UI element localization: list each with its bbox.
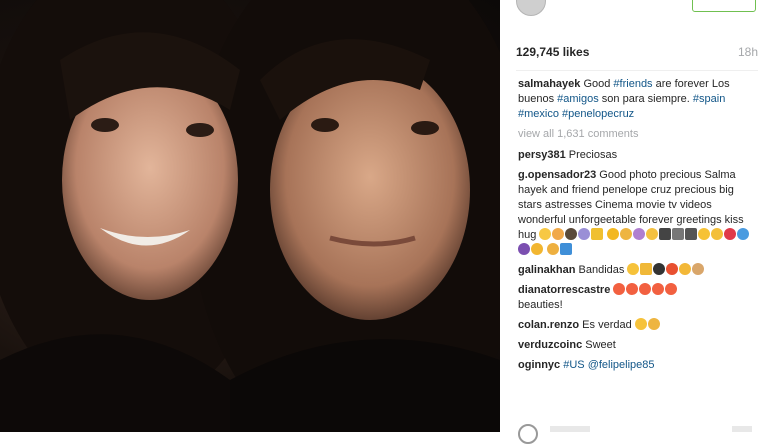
comment-username[interactable]: g.opensador23 [518,169,596,181]
emoji-icon [547,243,560,255]
comment-text: beauties! [518,299,563,311]
emoji-icon [737,228,750,240]
emoji-icon [679,263,692,275]
emoji-icon [652,283,665,295]
emoji-icon [653,263,666,275]
view-all-comments-link[interactable]: view all 1,631 comments [518,127,758,142]
emoji-icon [627,263,640,275]
comment-username[interactable]: colan.renzo [518,319,579,331]
emoji-icon [552,228,565,240]
emoji-icon [724,228,737,240]
emoji-icon [620,228,633,240]
post-photo[interactable] [0,0,500,432]
heart-icon[interactable] [518,424,538,444]
caption-text: son para siempre. [598,93,693,105]
comment-text: Preciosas [565,149,618,161]
hashtag-link[interactable]: #amigos [557,93,599,105]
emoji-icon [591,228,604,240]
hashtag-link[interactable]: #US @felipelipe85 [563,359,654,371]
comment-item: verduzcoinc Sweet [518,338,758,353]
emoji-icon [539,228,552,240]
emoji-icon [565,228,578,240]
comment-item: colan.renzo Es verdad [518,318,758,333]
caption-username[interactable]: salmahayek [518,78,580,90]
comment-username[interactable]: persy381 [518,149,566,161]
emoji-icon [578,228,591,240]
comment-username[interactable]: dianatorrescastre [518,284,610,296]
emoji-icon [692,263,705,275]
like-count[interactable]: 129,745 likes [516,45,589,59]
emoji-icon [646,228,659,240]
emoji-icon [685,228,698,240]
emoji-icon [607,228,620,240]
more-options-icon[interactable] [732,426,752,432]
comment-text: Bandidas [575,264,625,276]
emoji-icon [672,228,685,240]
caption-text: Good [580,78,614,90]
comment-item: oginnyc #US @felipelipe85 [518,358,758,373]
emoji-icon [518,243,530,255]
add-comment-field[interactable] [550,426,590,432]
emoji-icon [633,228,646,240]
comment-text: Es verdad [579,319,632,331]
emoji-icon [626,283,639,295]
emoji-icon [634,318,647,330]
emoji-icon [666,263,679,275]
emoji-icon [711,228,724,240]
comment-item: dianatorrescastre beauties! [518,283,758,313]
comment-item: g.opensador23 Good photo precious Salma … [518,168,758,258]
comment-text: Sweet [582,339,616,351]
emoji-icon [647,318,660,330]
emoji-icon [665,283,678,295]
post-sidebar: 129,745 likes 18h salmahayek Good #frien… [500,0,768,444]
divider [516,70,758,71]
post-timestamp: 18h [737,45,758,59]
comment-username[interactable]: verduzcoinc [518,339,582,351]
follow-button[interactable] [692,0,756,12]
caption: salmahayek Good #friends are forever Los… [518,77,758,122]
hashtag-link[interactable]: #friends [613,78,652,90]
comment-username[interactable]: galinakhan [518,264,575,276]
emoji-icon [659,228,672,240]
emoji-icon [698,228,711,240]
comment-item: galinakhan Bandidas [518,263,758,278]
post-header [500,0,768,18]
comment-item: persy381 Preciosas [518,148,758,163]
comment-username[interactable]: oginnyc [518,359,560,371]
emoji-icon [531,243,543,255]
avatar[interactable] [516,0,546,16]
emoji-icon [560,243,573,255]
emoji-icon [639,283,652,295]
comment-list: salmahayek Good #friends are forever Los… [518,77,758,378]
emoji-icon [640,263,653,275]
emoji-icon [613,283,626,295]
post-photo-image [0,0,500,432]
